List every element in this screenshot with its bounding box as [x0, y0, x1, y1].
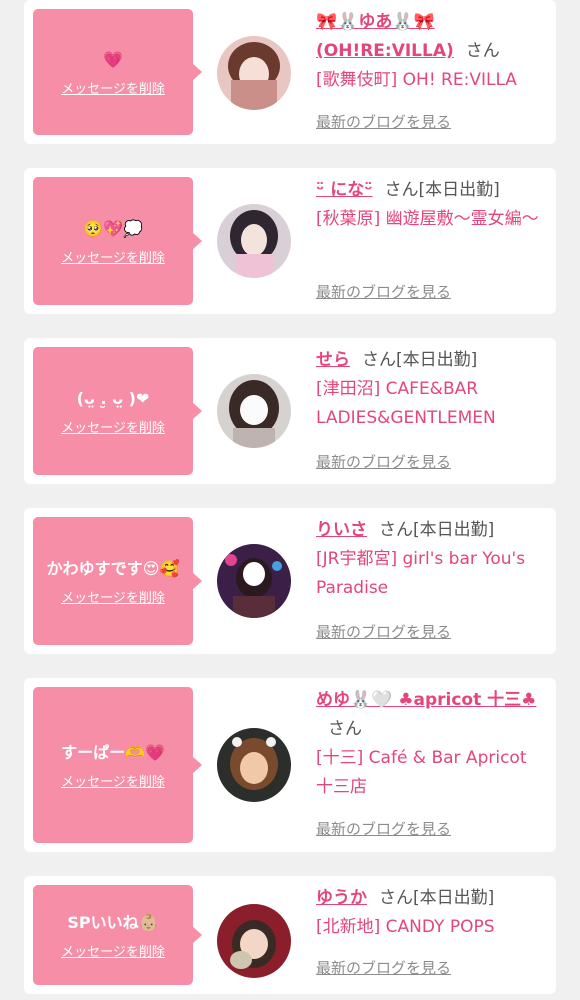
- shop-name: [北新地] CANDY POPS: [316, 917, 495, 937]
- message-bubble: 💗 メッセージを削除: [33, 9, 202, 135]
- user-name-link[interactable]: めゆ🐰🤍 ♣apricot 十三♣: [316, 690, 536, 710]
- name-suffix: さん[本日出勤]: [384, 180, 500, 200]
- name-line: 🎀🐰ゆあ🐰🎀(OH!RE:VILLA) さん: [316, 8, 546, 66]
- card-info: りいさ さん[本日出勤] [JR宇都宮] girl's bar You's Par…: [316, 516, 546, 603]
- delete-message-link[interactable]: メッセージを削除: [61, 771, 165, 790]
- view-blog-link[interactable]: 最新のブログを見る: [316, 621, 451, 642]
- message-bubble: SPいいね👶🏼 メッセージを削除: [33, 885, 202, 985]
- delete-message-link[interactable]: メッセージを削除: [61, 78, 165, 97]
- message-text: 💗: [103, 49, 123, 69]
- view-blog-link[interactable]: 最新のブログを見る: [316, 451, 451, 472]
- name-suffix: さん[本日出勤]: [362, 350, 478, 370]
- avatar[interactable]: [217, 204, 291, 278]
- message-text: 🥺💖💭: [83, 218, 143, 238]
- avatar[interactable]: [217, 728, 291, 802]
- delete-message-link[interactable]: メッセージを削除: [61, 417, 165, 436]
- view-blog-link[interactable]: 最新のブログを見る: [316, 957, 451, 978]
- view-blog-link[interactable]: 最新のブログを見る: [316, 111, 451, 132]
- list-item: かわゆすです😍🥰 メッセージを削除 りいさ さん[本日出勤] [JR宇都宮] gi…: [24, 508, 556, 654]
- shop-name: [歌舞伎町] OH! RE:VILLA: [316, 70, 517, 90]
- card-info: ゆうか さん[本日出勤] [北新地] CANDY POPS: [316, 884, 546, 942]
- user-name-link[interactable]: せら: [316, 350, 350, 370]
- delete-message-link[interactable]: メッセージを削除: [61, 587, 165, 606]
- message-bubble: 🥺💖💭 メッセージを削除: [33, 177, 202, 305]
- message-text: かわゆすです😍🥰: [46, 558, 180, 578]
- card-info: せら さん[本日出勤] [津田沼] CAFE&BAR LADIES&GENTLEM…: [316, 346, 546, 433]
- list-item: (ᴗ̤ .̮ ᴗ̤ )❤ メッセージを削除 せら さん[本日出勤] [津田沼] C…: [24, 338, 556, 484]
- list-item: 🥺💖💭 メッセージを削除 ᵕ̈ になᵕ̈ さん[本日出勤] [秋葉原] 幽遊屋敷〜…: [24, 168, 556, 314]
- avatar[interactable]: [217, 36, 291, 110]
- card-info: ᵕ̈ になᵕ̈ さん[本日出勤] [秋葉原] 幽遊屋敷〜霊女編〜: [316, 176, 546, 234]
- message-text: SPいいね👶🏼: [67, 912, 159, 932]
- view-blog-link[interactable]: 最新のブログを見る: [316, 281, 451, 302]
- user-name-link[interactable]: ゆうか: [316, 888, 367, 908]
- name-suffix: さん: [328, 719, 362, 739]
- message-bubble: かわゆすです😍🥰 メッセージを削除: [33, 517, 202, 645]
- delete-message-link[interactable]: メッセージを削除: [61, 247, 165, 266]
- shop-name: [JR宇都宮] girl's bar You's Paradise: [316, 549, 526, 598]
- message-text: すーぱー🫶💗: [61, 742, 165, 762]
- card-info: めゆ🐰🤍 ♣apricot 十三♣ さん [十三] Café & Bar Apri…: [316, 686, 546, 802]
- view-blog-link[interactable]: 最新のブログを見る: [316, 818, 451, 839]
- message-bubble: (ᴗ̤ .̮ ᴗ̤ )❤ メッセージを削除: [33, 347, 202, 475]
- card-info: 🎀🐰ゆあ🐰🎀(OH!RE:VILLA) さん [歌舞伎町] OH! RE:VILL…: [316, 8, 546, 95]
- name-suffix: さん[本日出勤]: [379, 888, 495, 908]
- name-line: めゆ🐰🤍 ♣apricot 十三♣ さん: [316, 686, 546, 744]
- avatar[interactable]: [217, 904, 291, 978]
- delete-message-link[interactable]: メッセージを削除: [61, 941, 165, 960]
- name-suffix: さん: [465, 41, 500, 61]
- shop-name: [秋葉原] 幽遊屋敷〜霊女編〜: [316, 209, 539, 229]
- avatar[interactable]: [217, 544, 291, 618]
- list-item: 💗 メッセージを削除 🎀🐰ゆあ🐰🎀(OH!RE:VILLA) さん [歌舞伎町] …: [24, 0, 556, 144]
- shop-name: [十三] Café & Bar Apricot 十三店: [316, 748, 527, 797]
- name-line: ᵕ̈ になᵕ̈ さん[本日出勤]: [316, 176, 546, 205]
- list-item: SPいいね👶🏼 メッセージを削除 ゆうか さん[本日出勤] [北新地] CANDY…: [24, 876, 556, 994]
- shop-name: [津田沼] CAFE&BAR LADIES&GENTLEMEN: [316, 379, 496, 428]
- user-name-link[interactable]: ᵕ̈ になᵕ̈: [316, 180, 373, 200]
- name-line: せら さん[本日出勤]: [316, 346, 546, 375]
- user-name-link[interactable]: りいさ: [316, 520, 367, 540]
- message-bubble: すーぱー🫶💗 メッセージを削除: [33, 687, 202, 843]
- list-item: すーぱー🫶💗 メッセージを削除 めゆ🐰🤍 ♣apricot 十三♣ さん [十三]…: [24, 678, 556, 852]
- user-name-link[interactable]: 🎀🐰ゆあ🐰🎀(OH!RE:VILLA): [316, 12, 454, 61]
- message-text: (ᴗ̤ .̮ ᴗ̤ )❤: [76, 388, 150, 408]
- avatar[interactable]: [217, 374, 291, 448]
- name-line: りいさ さん[本日出勤]: [316, 516, 546, 545]
- name-suffix: さん[本日出勤]: [379, 520, 495, 540]
- name-line: ゆうか さん[本日出勤]: [316, 884, 546, 913]
